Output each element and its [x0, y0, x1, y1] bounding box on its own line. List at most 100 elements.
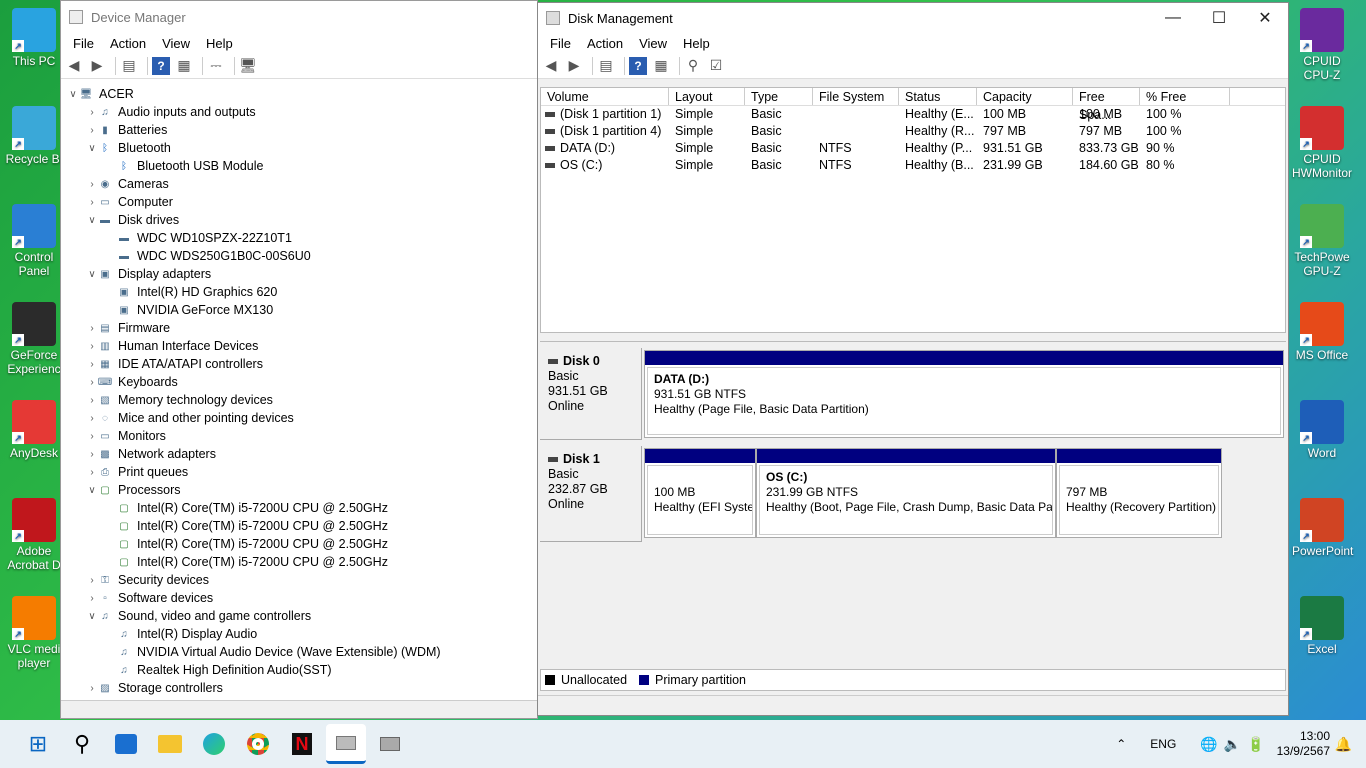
- tree-item[interactable]: › ▭ Monitors: [61, 427, 537, 445]
- tree-item[interactable]: › ⚿ Security devices: [61, 571, 537, 589]
- minimize-button[interactable]: —: [1150, 3, 1196, 33]
- tree-item[interactable]: › ▧ Memory technology devices: [61, 391, 537, 409]
- chevron-down-icon[interactable]: ∨: [86, 143, 98, 154]
- menu-view[interactable]: View: [154, 36, 198, 51]
- maximize-button[interactable]: ☐: [1196, 3, 1242, 33]
- tree-item[interactable]: › ⎙ Print queues: [61, 463, 537, 481]
- desktop-icon[interactable]: ↗ CPUID HWMonitor: [1292, 106, 1352, 180]
- language-indicator[interactable]: ENG: [1150, 737, 1176, 751]
- tree-item[interactable]: › ▩ Network adapters: [61, 445, 537, 463]
- tree-item[interactable]: ▣ Intel(R) HD Graphics 620: [61, 283, 537, 301]
- menu-help[interactable]: Help: [198, 36, 241, 51]
- tree-item[interactable]: › ▥ Human Interface Devices: [61, 337, 537, 355]
- tree-item[interactable]: ∨ ▢ Processors: [61, 481, 537, 499]
- battery-icon[interactable]: 🔋: [1247, 736, 1264, 753]
- notifications-icon[interactable]: 🔔: [1335, 736, 1352, 753]
- tree-item[interactable]: ♫ NVIDIA Virtual Audio Device (Wave Exten…: [61, 643, 537, 661]
- menu-file[interactable]: File: [65, 36, 102, 51]
- chevron-right-icon[interactable]: ›: [86, 467, 98, 478]
- chevron-right-icon[interactable]: ›: [86, 413, 98, 424]
- tree-item[interactable]: ∨ ▬ Disk drives: [61, 211, 537, 229]
- tree-item[interactable]: › ⌨ Keyboards: [61, 373, 537, 391]
- tree-item[interactable]: ▢ Intel(R) Core(TM) i5-7200U CPU @ 2.50GH…: [61, 535, 537, 553]
- partition-os-c[interactable]: OS (C:) 231.99 GB NTFS Healthy (Boot, Pa…: [756, 448, 1056, 538]
- column-header[interactable]: File System: [813, 88, 899, 105]
- menu-action[interactable]: Action: [579, 36, 631, 51]
- desktop-icon[interactable]: ↗ MS Office: [1292, 302, 1352, 362]
- tree-item[interactable]: ♫ Realtek High Definition Audio(SST): [61, 661, 537, 679]
- update-driver-icon[interactable]: ⎓: [207, 57, 225, 75]
- tree-item[interactable]: › ▤ Firmware: [61, 319, 537, 337]
- disk-management-icon[interactable]: [326, 724, 366, 764]
- back-icon[interactable]: ◀: [542, 57, 560, 75]
- table-row[interactable]: OS (C:) Simple Basic NTFS Healthy (B... 231.9…: [541, 157, 1285, 174]
- chevron-right-icon[interactable]: ›: [86, 359, 98, 370]
- desktop-icon[interactable]: ↗ Control Panel: [4, 204, 64, 278]
- desktop-icon[interactable]: ↗ AnyDesk: [4, 400, 64, 460]
- chevron-right-icon[interactable]: ›: [86, 341, 98, 352]
- tree-item[interactable]: ▬ WDC WD10SPZX-22Z10T1: [61, 229, 537, 247]
- desktop-icon[interactable]: ↗ Adobe Acrobat D: [4, 498, 64, 572]
- partition-recovery[interactable]: 797 MB Healthy (Recovery Partition): [1056, 448, 1222, 538]
- network-icon[interactable]: 🌐: [1200, 736, 1217, 753]
- tree-item[interactable]: ∨ ▣ Display adapters: [61, 265, 537, 283]
- column-header[interactable]: Volume: [541, 88, 669, 105]
- show-hidden-icons-icon[interactable]: ⌃: [1116, 737, 1126, 751]
- column-header[interactable]: Status: [899, 88, 977, 105]
- tree-item[interactable]: ∨ 🖥 ACER: [61, 85, 537, 103]
- desktop-icon[interactable]: ↗ Recycle Bi: [4, 106, 64, 166]
- desktop-icon[interactable]: ↗ CPUID CPU-Z: [1292, 8, 1352, 82]
- disk-0-label[interactable]: Disk 0 Basic 931.51 GB Online: [540, 348, 642, 440]
- desktop-icon[interactable]: ↗ TechPowe GPU-Z: [1292, 204, 1352, 278]
- column-header[interactable]: % Free: [1140, 88, 1230, 105]
- chevron-down-icon[interactable]: ∨: [86, 215, 98, 226]
- partition-data-d[interactable]: DATA (D:) 931.51 GB NTFS Healthy (Page F…: [644, 350, 1284, 438]
- tree-item[interactable]: ▬ WDC WDS250G1B0C-00S6U0: [61, 247, 537, 265]
- store-icon[interactable]: [106, 724, 146, 764]
- edge-icon[interactable]: [194, 724, 234, 764]
- chrome-icon[interactable]: [238, 724, 278, 764]
- volume-icon[interactable]: 🔈: [1224, 736, 1241, 753]
- show-hide-console-tree-icon[interactable]: ▤: [597, 57, 615, 75]
- desktop-icon[interactable]: ↗ VLC medi player: [4, 596, 64, 670]
- close-button[interactable]: ✕: [1242, 3, 1288, 33]
- tree-item[interactable]: › ▦ IDE ATA/ATAPI controllers: [61, 355, 537, 373]
- chevron-right-icon[interactable]: ›: [86, 197, 98, 208]
- chevron-right-icon[interactable]: ›: [86, 395, 98, 406]
- table-row[interactable]: DATA (D:) Simple Basic NTFS Healthy (P... 931…: [541, 140, 1285, 157]
- chevron-right-icon[interactable]: ›: [86, 377, 98, 388]
- column-header[interactable]: Layout: [669, 88, 745, 105]
- tree-item[interactable]: › ▫ Software devices: [61, 589, 537, 607]
- chevron-right-icon[interactable]: ›: [86, 593, 98, 604]
- chevron-right-icon[interactable]: ›: [86, 125, 98, 136]
- menu-file[interactable]: File: [542, 36, 579, 51]
- device-manager-icon[interactable]: [370, 724, 410, 764]
- search-icon[interactable]: ⚲: [62, 724, 102, 764]
- properties-icon[interactable]: ▦: [652, 57, 670, 75]
- menu-action[interactable]: Action: [102, 36, 154, 51]
- back-icon[interactable]: ◀: [65, 57, 83, 75]
- tree-item[interactable]: ∨ ♫ Sound, video and game controllers: [61, 607, 537, 625]
- scan-hardware-icon[interactable]: 🖥: [239, 57, 257, 75]
- chevron-right-icon[interactable]: ›: [86, 431, 98, 442]
- checklist-icon[interactable]: ☑: [707, 57, 725, 75]
- connect-icon[interactable]: ⚲: [684, 57, 702, 75]
- desktop-icon[interactable]: ↗ PowerPoint: [1292, 498, 1353, 558]
- desktop-icon[interactable]: ↗ Word: [1292, 400, 1352, 460]
- chevron-down-icon[interactable]: ∨: [67, 89, 79, 100]
- chevron-down-icon[interactable]: ∨: [86, 269, 98, 280]
- chevron-right-icon[interactable]: ›: [86, 575, 98, 586]
- tree-item[interactable]: ∨ ᛒ Bluetooth: [61, 139, 537, 157]
- netflix-icon[interactable]: N: [282, 724, 322, 764]
- tree-item[interactable]: › ◉ Cameras: [61, 175, 537, 193]
- tree-item[interactable]: › ▭ Computer: [61, 193, 537, 211]
- menu-help[interactable]: Help: [675, 36, 718, 51]
- tree-item[interactable]: › ▮ Batteries: [61, 121, 537, 139]
- chevron-right-icon[interactable]: ›: [86, 683, 98, 694]
- tree-item[interactable]: › ♫ Audio inputs and outputs: [61, 103, 537, 121]
- menu-view[interactable]: View: [631, 36, 675, 51]
- disk-1-label[interactable]: Disk 1 Basic 232.87 GB Online: [540, 446, 642, 542]
- chevron-right-icon[interactable]: ›: [86, 323, 98, 334]
- chevron-right-icon[interactable]: ›: [86, 449, 98, 460]
- tree-item[interactable]: ♫ Intel(R) Display Audio: [61, 625, 537, 643]
